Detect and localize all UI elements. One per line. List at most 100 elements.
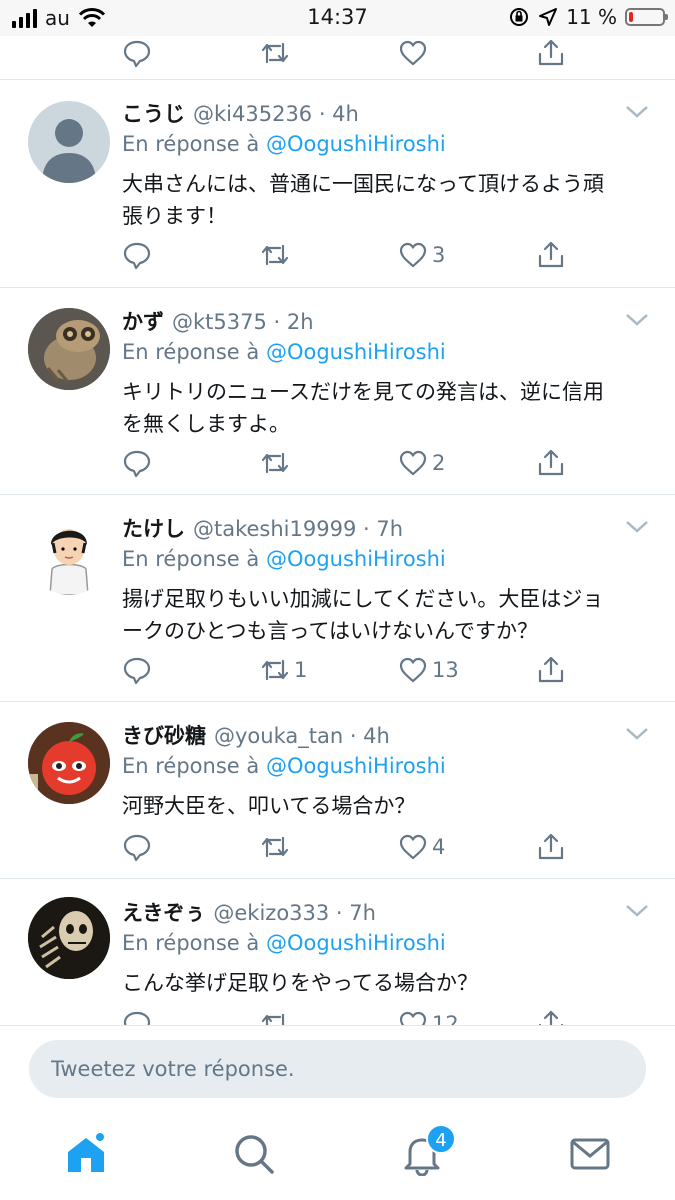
reply-context: En réponse à @OogushiHiroshi bbox=[122, 754, 446, 778]
reply-context: En réponse à @OogushiHiroshi bbox=[122, 547, 446, 571]
reply-prefix: En réponse à bbox=[122, 754, 260, 778]
share-button[interactable] bbox=[536, 832, 566, 862]
battery-level bbox=[629, 12, 633, 22]
share-icon bbox=[538, 1010, 564, 1025]
tweet-item[interactable]: きび砂糖 @youka_tan · 4h En réponse à @Oogush… bbox=[0, 702, 675, 879]
reply-mention-link[interactable]: @OogushiHiroshi bbox=[266, 754, 446, 778]
chevron-down-icon[interactable] bbox=[625, 312, 649, 328]
home-icon bbox=[68, 1133, 104, 1172]
heart-icon bbox=[399, 242, 427, 268]
display-name[interactable]: えきぞぅ bbox=[122, 901, 205, 925]
retweet-button[interactable]: 1 bbox=[260, 655, 307, 685]
default-avatar[interactable] bbox=[28, 101, 110, 183]
share-icon bbox=[538, 39, 564, 66]
reply-prefix: En réponse à bbox=[122, 931, 260, 955]
retweet-button[interactable] bbox=[260, 38, 290, 68]
reply-composer[interactable] bbox=[29, 1040, 646, 1098]
display-name[interactable]: たけし bbox=[122, 517, 185, 541]
reply-icon bbox=[123, 1011, 151, 1025]
reply-button[interactable] bbox=[122, 448, 152, 478]
reply-icon bbox=[123, 40, 151, 68]
reply-mention-link[interactable]: @OogushiHiroshi bbox=[266, 547, 446, 571]
action-row: 12 bbox=[122, 1009, 582, 1025]
handle-time: @kt5375 · 2h bbox=[172, 310, 314, 334]
retweet-count: 1 bbox=[294, 658, 308, 682]
tweet-item[interactable]: えきぞぅ @ekizo333 · 7h En réponse à @Oogushi… bbox=[0, 879, 675, 1025]
handle-time: @takeshi19999 · 7h bbox=[193, 517, 404, 541]
share-icon bbox=[538, 833, 564, 860]
tweet-item[interactable]: たけし @takeshi19999 · 7h En réponse à @Oogu… bbox=[0, 495, 675, 702]
reply-button[interactable] bbox=[122, 832, 152, 862]
heart-icon bbox=[399, 450, 427, 476]
tweet-text: こんな挙げ足取りをやってる場合か？ bbox=[122, 971, 478, 995]
reply-context: En réponse à @OogushiHiroshi bbox=[122, 340, 446, 364]
apple-mask-avatar[interactable] bbox=[28, 722, 110, 804]
skeleton-avatar[interactable] bbox=[28, 897, 110, 979]
display-name[interactable]: きび砂糖 bbox=[122, 724, 206, 748]
reply-input[interactable] bbox=[29, 1040, 646, 1098]
share-button[interactable] bbox=[536, 655, 566, 685]
share-button[interactable] bbox=[536, 240, 566, 270]
retweet-button[interactable] bbox=[260, 832, 294, 862]
share-button[interactable] bbox=[536, 1009, 566, 1025]
reply-button[interactable] bbox=[122, 1009, 152, 1025]
notifications-badge: 4 bbox=[426, 1124, 456, 1154]
like-count: 4 bbox=[432, 835, 446, 859]
display-name[interactable]: かず bbox=[122, 310, 164, 334]
tab-messages[interactable] bbox=[568, 1132, 618, 1182]
reply-icon bbox=[123, 834, 151, 862]
tab-notifications[interactable]: 4 bbox=[400, 1124, 456, 1182]
like-button[interactable] bbox=[398, 38, 428, 68]
reply-mention-link[interactable]: @OogushiHiroshi bbox=[266, 931, 446, 955]
cartoon-boy-avatar[interactable] bbox=[28, 513, 110, 595]
tweet-text: 揚げ足取りもいい加減にしてください。大臣はジョークのひとつも言ってはいけないんで… bbox=[122, 587, 604, 643]
share-button[interactable] bbox=[536, 38, 566, 68]
retweet-button[interactable] bbox=[260, 448, 294, 478]
tab-bar: 4 bbox=[0, 1124, 675, 1200]
reply-icon bbox=[123, 450, 151, 478]
reply-context: En réponse à @OogushiHiroshi bbox=[122, 132, 446, 156]
reply-button[interactable] bbox=[122, 38, 152, 68]
handle-time: @youka_tan · 4h bbox=[214, 724, 390, 748]
retweet-button[interactable] bbox=[260, 240, 294, 270]
like-button[interactable]: 4 bbox=[398, 832, 445, 862]
reply-button[interactable] bbox=[122, 240, 152, 270]
action-row: 4 bbox=[122, 832, 582, 868]
reply-mention-link[interactable]: @OogushiHiroshi bbox=[266, 132, 446, 156]
search-icon bbox=[235, 1135, 274, 1174]
retweet-button[interactable] bbox=[260, 1009, 294, 1025]
like-button[interactable]: 13 bbox=[398, 655, 459, 685]
action-row: 3 bbox=[122, 240, 582, 276]
reply-prefix: En réponse à bbox=[122, 547, 260, 571]
share-button[interactable] bbox=[536, 448, 566, 478]
share-icon bbox=[538, 449, 564, 476]
tweet-item[interactable]: かず @kt5375 · 2h En réponse à @OogushiHiro… bbox=[0, 288, 675, 495]
retweet-icon bbox=[261, 836, 289, 858]
like-button[interactable]: 12 bbox=[398, 1009, 459, 1025]
retweet-icon bbox=[261, 659, 289, 681]
heart-icon bbox=[399, 657, 427, 683]
like-count: 3 bbox=[432, 243, 446, 267]
reply-button[interactable] bbox=[122, 655, 152, 685]
like-button[interactable]: 3 bbox=[398, 240, 445, 270]
display-name[interactable]: こうじ bbox=[122, 102, 185, 126]
action-row bbox=[122, 38, 582, 74]
action-row: 2 bbox=[122, 448, 582, 484]
chevron-down-icon[interactable] bbox=[625, 519, 649, 535]
chevron-down-icon[interactable] bbox=[625, 726, 649, 742]
battery-icon bbox=[625, 8, 668, 26]
tab-search[interactable] bbox=[232, 1132, 282, 1182]
tab-home[interactable] bbox=[64, 1132, 114, 1182]
heart-icon bbox=[399, 40, 427, 66]
like-button[interactable]: 2 bbox=[398, 448, 445, 478]
chevron-down-icon[interactable] bbox=[625, 104, 649, 120]
replies-feed: こうじ @ki435236 · 4h En réponse à @OogushiH… bbox=[0, 80, 675, 1025]
retweet-icon bbox=[261, 452, 289, 474]
reply-mention-link[interactable]: @OogushiHiroshi bbox=[266, 340, 446, 364]
tweet-text: 大串さんには、普通に一国民になって頂けるよう頑張ります！ bbox=[122, 172, 604, 228]
tweet-item[interactable]: こうじ @ki435236 · 4h En réponse à @OogushiH… bbox=[0, 80, 675, 288]
retweet-icon bbox=[261, 1013, 285, 1025]
chevron-down-icon[interactable] bbox=[625, 903, 649, 919]
owl-avatar[interactable] bbox=[28, 308, 110, 390]
heart-icon bbox=[399, 1011, 427, 1025]
